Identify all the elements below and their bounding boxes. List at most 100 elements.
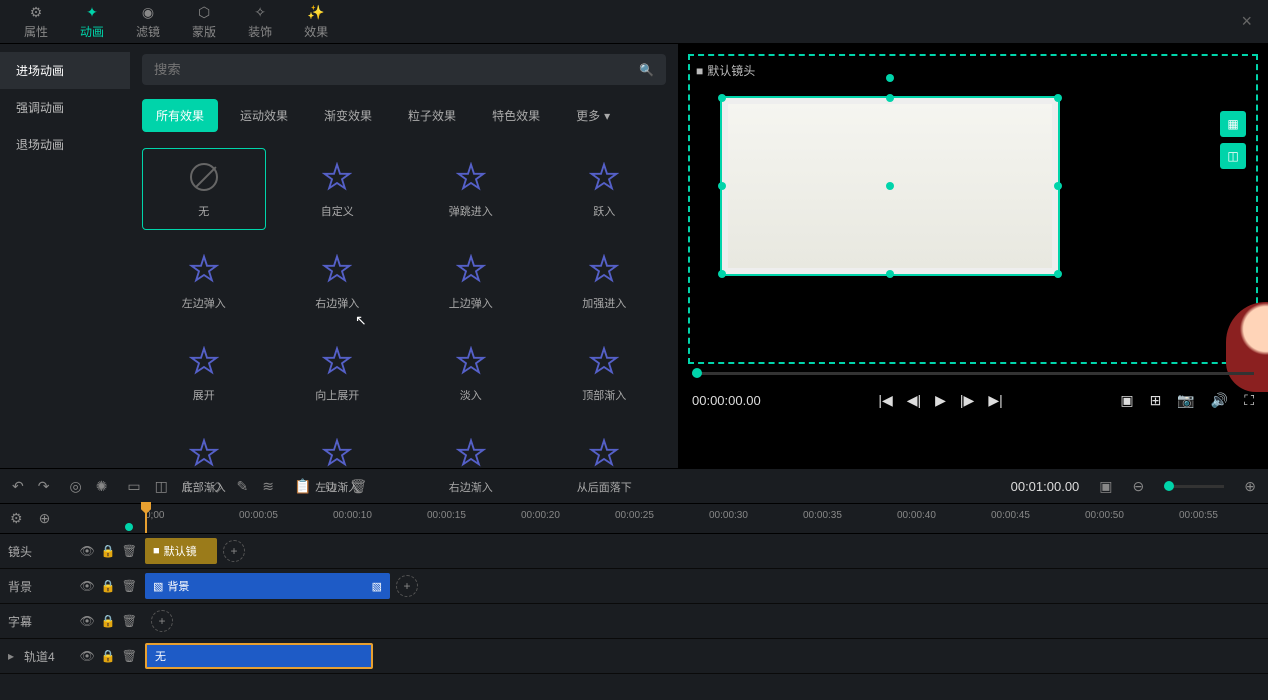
sidebar-item-entrance[interactable]: 进场动画 xyxy=(0,52,130,89)
selected-object[interactable] xyxy=(720,96,1060,276)
playhead[interactable] xyxy=(145,504,147,533)
redo-button[interactable]: ↷ xyxy=(38,478,50,495)
lock-icon[interactable]: 🔒 xyxy=(101,614,116,628)
track-settings-button[interactable]: ⚙ xyxy=(10,510,23,527)
rotate-handle[interactable] xyxy=(886,74,894,82)
tab-effect[interactable]: ✨效果 xyxy=(288,0,344,44)
effect-item[interactable]: 从后面落下 xyxy=(543,424,667,506)
crop-tool[interactable]: ◫ xyxy=(1220,143,1246,169)
track-camera: 镜头 👁🔒🗑 ■默认镜 + xyxy=(0,534,1268,569)
safe-zone-button[interactable]: ▣ xyxy=(1120,392,1133,409)
resize-handle-tm[interactable] xyxy=(886,94,894,102)
lock-icon[interactable]: 🔒 xyxy=(101,649,116,663)
skip-end-button[interactable]: ▶| xyxy=(988,392,1002,409)
preview-canvas[interactable]: ■默认镜头 ▦ ◫ xyxy=(688,54,1258,364)
sidebar-item-emphasis[interactable]: 强调动画 xyxy=(0,89,130,126)
top-tabs: ⚙属性 ✦动画 ◉滤镜 ⬡蒙版 ✧装饰 ✨效果 × xyxy=(0,0,1268,44)
volume-button[interactable]: 🔊 xyxy=(1211,392,1228,409)
visibility-icon[interactable]: 👁 xyxy=(80,614,95,628)
tab-decorate[interactable]: ✧装饰 xyxy=(232,0,288,44)
center-anchor[interactable] xyxy=(886,182,894,190)
visibility-icon[interactable]: 👁 xyxy=(80,544,95,558)
progress-handle[interactable] xyxy=(692,368,702,378)
resize-handle-tl[interactable] xyxy=(718,94,726,102)
effect-label: 向上展开 xyxy=(315,387,359,403)
layers-tool[interactable]: ▦ xyxy=(1220,111,1246,137)
filter-special[interactable]: 特色效果 xyxy=(478,99,554,132)
tab-filter[interactable]: ◉滤镜 xyxy=(120,0,176,44)
add-subtitle-clip[interactable]: + xyxy=(151,610,173,632)
resize-handle-br[interactable] xyxy=(1054,270,1062,278)
search-input[interactable] xyxy=(154,62,639,77)
ratio-button[interactable]: ▭ xyxy=(127,478,140,495)
search-bar[interactable]: 🔍 xyxy=(142,54,666,85)
effect-item[interactable]: 上边弹入 xyxy=(409,240,533,322)
lock-icon[interactable]: 🔒 xyxy=(101,544,116,558)
ruler-mark: 00:00:30 xyxy=(709,510,748,521)
zoom-out-button[interactable]: ⊖ xyxy=(1133,478,1145,495)
lock-icon[interactable]: 🔒 xyxy=(101,579,116,593)
tab-properties[interactable]: ⚙属性 xyxy=(8,0,64,44)
clip-background[interactable]: ▧背景▧ xyxy=(145,573,390,599)
effect-item[interactable]: 跃入 xyxy=(543,148,667,230)
effect-item[interactable]: 左边弹入 xyxy=(142,240,266,322)
skip-start-button[interactable]: |◀ xyxy=(878,392,892,409)
avatar-character[interactable] xyxy=(1226,302,1268,392)
effect-item[interactable]: 左边渐入 xyxy=(276,424,400,506)
effect-item[interactable]: 底部渐入 xyxy=(142,424,266,506)
trash-icon[interactable]: 🗑 xyxy=(122,614,137,628)
expand-icon[interactable]: ▸ xyxy=(8,649,14,663)
resize-handle-ml[interactable] xyxy=(718,182,726,190)
resize-handle-tr[interactable] xyxy=(1054,94,1062,102)
play-button[interactable]: ▶ xyxy=(935,392,946,409)
trash-icon[interactable]: 🗑 xyxy=(122,649,137,663)
trash-icon[interactable]: 🗑 xyxy=(122,579,137,593)
filter-all[interactable]: 所有效果 xyxy=(142,99,218,132)
fit-button[interactable]: ▣ xyxy=(1099,478,1112,495)
zoom-slider[interactable] xyxy=(1164,485,1224,488)
filter-motion[interactable]: 运动效果 xyxy=(226,99,302,132)
filter-particle[interactable]: 粒子效果 xyxy=(394,99,470,132)
effect-item[interactable]: 右边弹入 xyxy=(276,240,400,322)
step-back-button[interactable]: ◀| xyxy=(907,392,921,409)
add-bg-clip[interactable]: + xyxy=(396,575,418,597)
magnet-button[interactable]: ✺ xyxy=(96,478,108,495)
effect-item[interactable]: 无 xyxy=(142,148,266,230)
step-forward-button[interactable]: |▶ xyxy=(960,392,974,409)
tab-mask[interactable]: ⬡蒙版 xyxy=(176,0,232,44)
filter-more[interactable]: 更多 ▾ xyxy=(562,99,624,132)
decorate-icon: ✧ xyxy=(254,4,266,21)
effect-item[interactable]: 加强进入 xyxy=(543,240,667,322)
effect-item[interactable]: 向上展开 xyxy=(276,332,400,414)
sidebar-item-exit[interactable]: 退场动画 xyxy=(0,126,130,163)
zoom-in-button[interactable]: ⊕ xyxy=(1244,478,1256,495)
effect-item[interactable]: 弹跳进入 xyxy=(409,148,533,230)
zoom-handle[interactable] xyxy=(1164,481,1174,491)
resize-handle-bl[interactable] xyxy=(718,270,726,278)
effect-item[interactable]: 展开 xyxy=(142,332,266,414)
effect-item[interactable]: 顶部渐入 xyxy=(543,332,667,414)
tab-animation[interactable]: ✦动画 xyxy=(64,0,120,44)
undo-button[interactable]: ↶ xyxy=(12,478,24,495)
visibility-icon[interactable]: 👁 xyxy=(80,579,95,593)
effect-icon: ✨ xyxy=(307,4,324,21)
clip-camera[interactable]: ■默认镜 xyxy=(145,538,217,564)
preview-progress[interactable] xyxy=(688,364,1258,382)
timeline-ruler[interactable]: ⚙ ⊕ 0;0000:00:0500:00:1000:00:1500:00:20… xyxy=(0,504,1268,534)
filter-gradient[interactable]: 渐变效果 xyxy=(310,99,386,132)
grid-button[interactable]: ⊞ xyxy=(1150,392,1162,409)
effect-item[interactable]: 淡入 xyxy=(409,332,533,414)
resize-handle-mr[interactable] xyxy=(1054,182,1062,190)
fullscreen-button[interactable]: ⛶ xyxy=(1244,392,1254,409)
clip-track4[interactable]: 无 xyxy=(145,643,373,669)
effect-item[interactable]: 自定义 xyxy=(276,148,400,230)
add-track-button[interactable]: ⊕ xyxy=(39,510,51,527)
snapshot-button[interactable]: 📷 xyxy=(1177,392,1194,409)
add-camera-clip[interactable]: + xyxy=(223,540,245,562)
effect-item[interactable]: 右边渐入 xyxy=(409,424,533,506)
marker-button[interactable]: ◎ xyxy=(69,478,81,495)
trash-icon[interactable]: 🗑 xyxy=(122,544,137,558)
resize-handle-bm[interactable] xyxy=(886,270,894,278)
visibility-icon[interactable]: 👁 xyxy=(80,649,95,663)
close-panel-button[interactable]: × xyxy=(1233,11,1260,32)
